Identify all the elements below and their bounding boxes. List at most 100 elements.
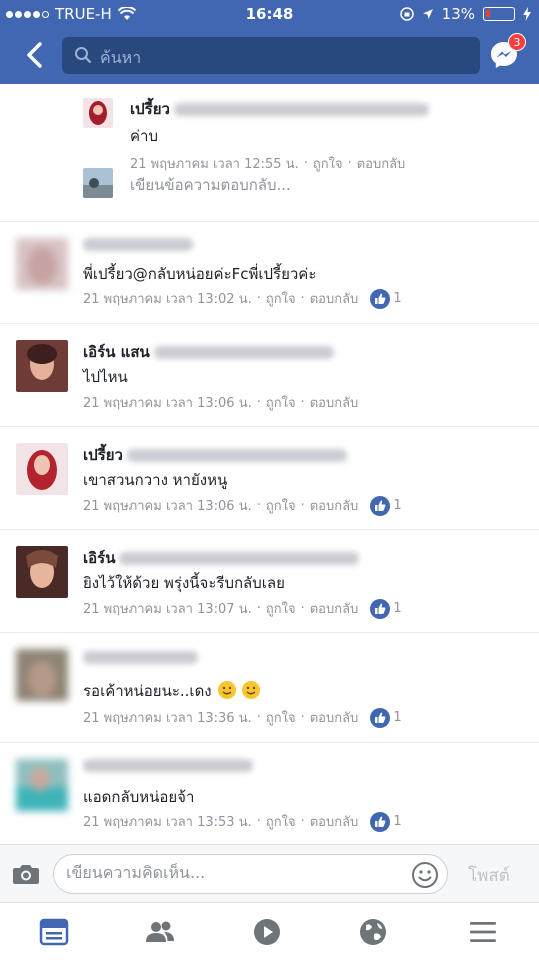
reply-composer: เขียนข้อความตอบกลับ...: [0, 168, 539, 222]
comment-text: รอเค้าหน่อยนะ..เดง: [83, 679, 261, 703]
status-bar: TRUE-H 16:48 13%: [0, 0, 539, 28]
like-icon: [370, 495, 391, 516]
comment-item: พี่เปรี้ยว@กลับหน่อยค่ะFcพี่เปรี้ยวค่ะ 2…: [0, 222, 539, 324]
comment-input[interactable]: [66, 863, 406, 882]
comment-text: ยิงไว้ให้ด้วย พรุ่งนี้จะรีบกลับเลย: [83, 574, 285, 592]
like-count: 1: [393, 498, 402, 513]
messenger-badge: 3: [508, 33, 526, 51]
back-button[interactable]: [22, 40, 50, 70]
comment-text: แอดกลับหน่อยจ้า: [83, 788, 195, 806]
comment-text-body: รอเค้าหน่อยนะ..เดง: [83, 682, 212, 700]
like-icon: [370, 288, 391, 309]
avatar[interactable]: [83, 98, 113, 128]
comment-input-wrapper: [53, 854, 448, 894]
comment-text: พี่เปรี้ยว@กลับหน่อยค่ะFcพี่เปรี้ยวค่ะ: [83, 265, 317, 283]
commenter-name[interactable]: เอิร์น แสน: [83, 340, 150, 364]
like-count: 1: [393, 291, 402, 306]
blurred-name: [173, 102, 429, 116]
reply-link[interactable]: ตอบกลับ: [310, 707, 359, 728]
avatar[interactable]: [16, 546, 68, 598]
comment-item: รอเค้าหน่อยนะ..เดง 21 พฤษภาคม เวลา 13:36…: [0, 633, 539, 743]
search-bar[interactable]: ค้นหา: [62, 37, 480, 74]
comment-date: 21 พฤษภาคม เวลา 13:07 น.: [83, 602, 252, 617]
like-link[interactable]: ถูกใจ: [266, 598, 296, 619]
tab-bar: [0, 902, 539, 960]
like-count: 1: [393, 814, 402, 829]
messenger-button[interactable]: 3: [488, 33, 526, 71]
blurred-name: [83, 651, 198, 664]
post-button[interactable]: โพสต์: [468, 862, 510, 889]
like-link[interactable]: ถูกใจ: [266, 288, 296, 309]
blurred-name: [83, 238, 193, 251]
battery-icon: [483, 7, 515, 21]
comment-text: เขาสวนกวาง หายังหนู: [83, 471, 228, 489]
avatar[interactable]: [16, 238, 68, 290]
comment-item: แอดกลับหน่อยจ้า 21 พฤษภาคม เวลา 13:53 น.…: [0, 743, 539, 844]
like-link[interactable]: ถูกใจ: [266, 707, 296, 728]
reply-link[interactable]: ตอบกลับ: [310, 392, 359, 413]
reply-link[interactable]: ตอบกลับ: [310, 288, 359, 309]
smile-emoji-icon: [218, 681, 237, 699]
comment-date: 21 พฤษภาคม เวลา 13:06 น.: [83, 499, 252, 514]
reply-item: เปรี้ยว ค่าบ 21 พฤษภาคม เวลา 12:55 น. · …: [0, 84, 539, 172]
comment-list: เปรี้ยว ค่าบ 21 พฤษภาคม เวลา 12:55 น. · …: [0, 84, 539, 844]
comment-meta: 21 พฤษภาคม เวลา 13:36 น. · ถูกใจ · ตอบกล…: [83, 707, 402, 728]
comment-date: 21 พฤษภาคม เวลา 13:53 น.: [83, 815, 252, 830]
comment-meta: 21 พฤษภาคม เวลา 13:07 น. · ถูกใจ · ตอบกล…: [83, 598, 402, 619]
like-icon: [370, 598, 391, 619]
status-right: 13%: [399, 5, 531, 23]
comment-text: ค่าบ: [130, 127, 158, 145]
comment-text: ไปไหน: [83, 368, 128, 386]
comment-meta: 21 พฤษภาคม เวลา 13:06 น. · ถูกใจ · ตอบกล…: [83, 392, 358, 413]
avatar[interactable]: [16, 649, 68, 701]
comment-item: เอิร์น ยิงไว้ให้ด้วย พรุ่งนี้จะรีบกลับเล…: [0, 530, 539, 633]
comment-date: 21 พฤษภาคม เวลา 13:02 น.: [83, 292, 252, 307]
like-count: 1: [393, 710, 402, 725]
blurred-name: [153, 345, 334, 359]
avatar[interactable]: [16, 340, 68, 392]
reply-link[interactable]: ตอบกลับ: [310, 495, 359, 516]
reply-link[interactable]: ตอบกลับ: [310, 598, 359, 619]
avatar[interactable]: [16, 443, 68, 495]
commenter-name[interactable]: เปรี้ยว: [83, 443, 123, 467]
charging-icon: [523, 7, 531, 21]
like-icon: [370, 707, 391, 728]
watch-icon[interactable]: [251, 917, 283, 947]
globe-icon[interactable]: [357, 917, 389, 947]
avatar[interactable]: [16, 759, 68, 811]
comment-item: เอิร์น แสน ไปไหน 21 พฤษภาคม เวลา 13:06 น…: [0, 324, 539, 427]
comment-date: 21 พฤษภาคม เวลา 13:36 น.: [83, 711, 252, 726]
comment-date: 21 พฤษภาคม เวลา 13:06 น.: [83, 396, 252, 411]
blurred-name: [126, 448, 347, 462]
like-link[interactable]: ถูกใจ: [266, 495, 296, 516]
menu-icon[interactable]: [467, 917, 499, 947]
reply-link[interactable]: ตอบกลับ: [310, 811, 359, 832]
smile-emoji-icon: [242, 681, 261, 699]
blurred-name: [83, 759, 253, 772]
like-icon: [370, 811, 391, 832]
news-feed-icon[interactable]: [38, 917, 70, 947]
reply-input[interactable]: เขียนข้อความตอบกลับ...: [130, 173, 291, 197]
commenter-name[interactable]: เปรี้ยว: [130, 97, 170, 121]
comment-meta: 21 พฤษภาคม เวลา 13:06 น. · ถูกใจ · ตอบกล…: [83, 495, 402, 516]
search-icon: [75, 47, 92, 64]
like-count: 1: [393, 601, 402, 616]
battery-percent: 13%: [441, 5, 475, 23]
search-placeholder: ค้นหา: [100, 48, 142, 67]
commenter-name[interactable]: เอิร์น: [83, 546, 115, 570]
comment-item: เปรี้ยว เขาสวนกวาง หายังหนู 21 พฤษภาคม เ…: [0, 427, 539, 530]
location-icon: [422, 9, 433, 19]
blurred-name: [119, 551, 360, 565]
comment-composer: โพสต์: [0, 844, 539, 902]
comment-meta: 21 พฤษภาคม เวลา 13:53 น. · ถูกใจ · ตอบกล…: [83, 811, 402, 832]
rotation-lock-icon: [399, 7, 414, 21]
like-link[interactable]: ถูกใจ: [266, 392, 296, 413]
camera-icon[interactable]: [12, 863, 40, 885]
avatar: [83, 168, 113, 198]
comment-meta: 21 พฤษภาคม เวลา 13:02 น. · ถูกใจ · ตอบกล…: [83, 288, 402, 309]
top-bar: TRUE-H 16:48 13% ค้นหา 3: [0, 0, 539, 84]
emoji-icon[interactable]: [411, 861, 439, 889]
nav-bar: ค้นหา 3: [0, 33, 539, 78]
friends-icon[interactable]: [144, 917, 176, 947]
like-link[interactable]: ถูกใจ: [266, 811, 296, 832]
